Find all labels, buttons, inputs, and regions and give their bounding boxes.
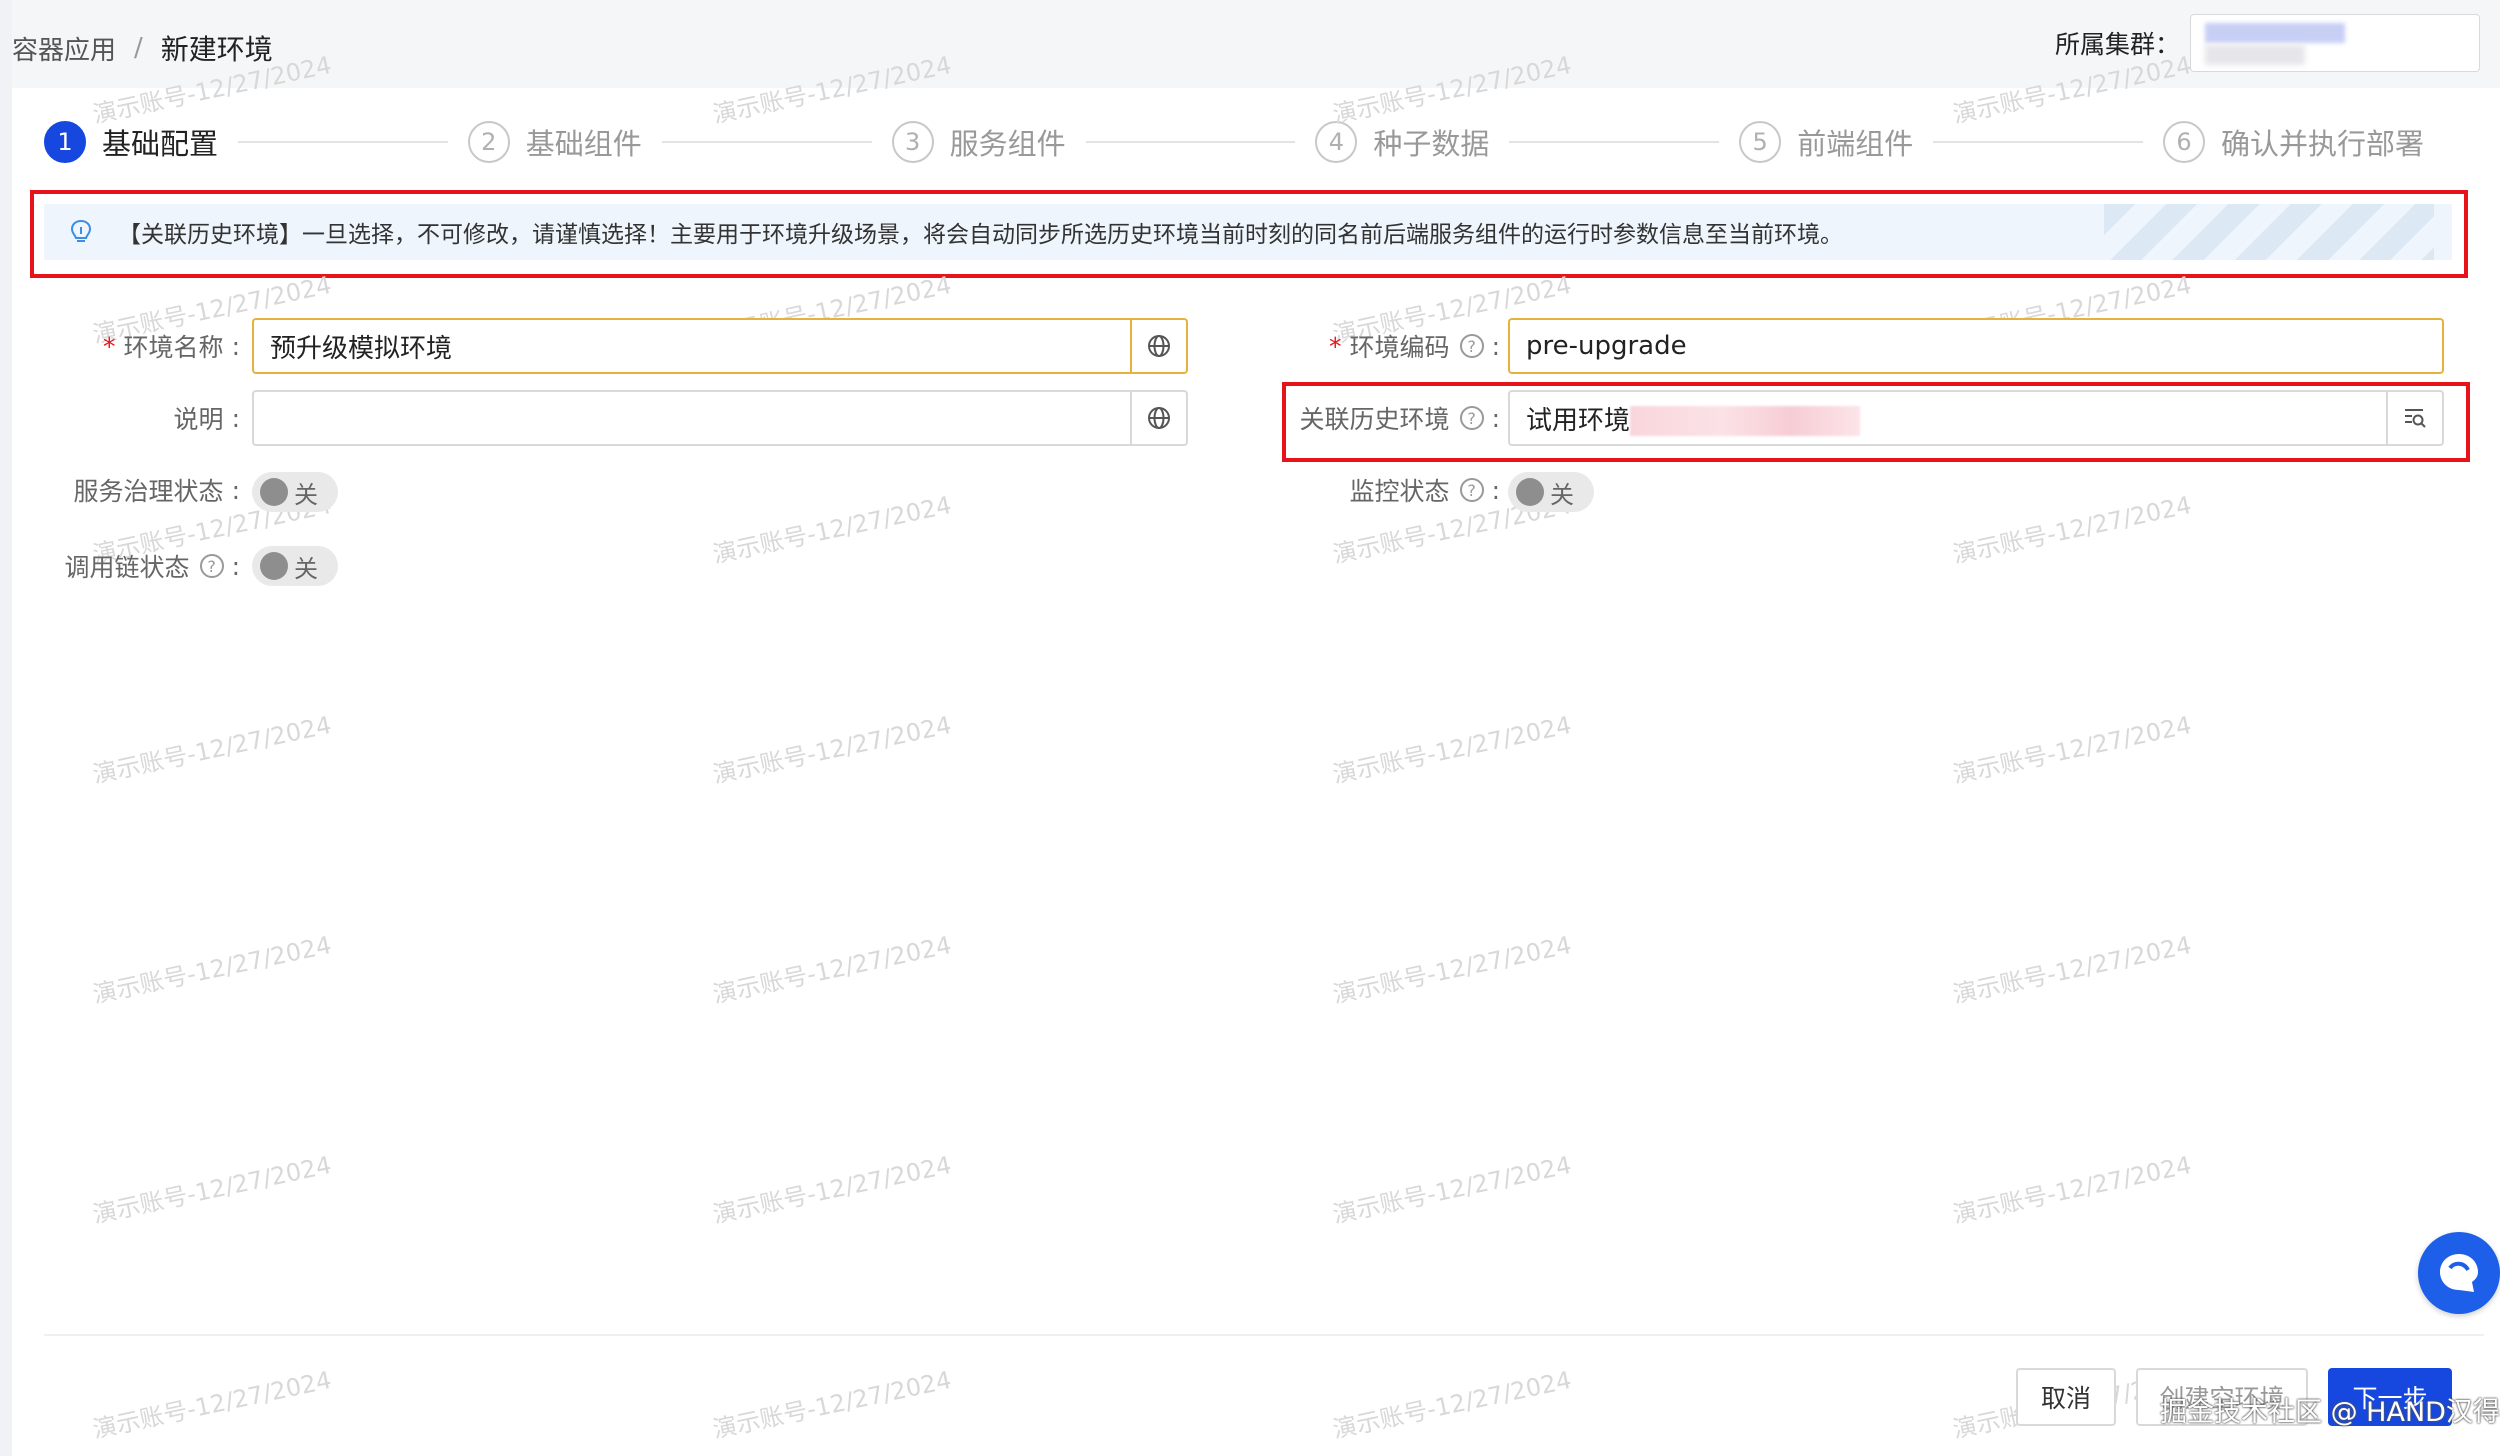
watermark: 演示账号-12/27/2024 (710, 490, 954, 569)
call-chain-label: 调用链状态 ? : (40, 548, 240, 584)
globe-icon[interactable] (1130, 320, 1186, 372)
page-left-edge (0, 0, 12, 1456)
cancel-button[interactable]: 取消 (2016, 1368, 2116, 1426)
step-title: 服务组件 (949, 127, 1066, 161)
globe-icon[interactable] (1130, 392, 1186, 444)
watermark: 演示账号-12/27/2024 (1950, 490, 2194, 569)
env-code-field[interactable]: pre-upgrade (1508, 318, 2444, 374)
step-number: 3 (891, 121, 934, 163)
page-title: 新建环境 (160, 33, 273, 66)
watermark: 演示账号-12/27/2024 (710, 710, 954, 789)
highlight-frame-notice (30, 190, 2468, 278)
cluster-selector: 所属集群： (2055, 14, 2480, 72)
step-basic-components[interactable]: 2 基础组件 (467, 121, 892, 163)
step-title: 基础组件 (525, 127, 642, 161)
env-code-label: * 环境编码 ? : (1260, 328, 1500, 364)
step-number: 5 (1739, 121, 1782, 163)
description-label-text: 说明 (173, 405, 224, 434)
label-colon: : (231, 403, 240, 433)
monitor-label-text: 监控状态 (1349, 477, 1450, 506)
label-colon: : (231, 475, 240, 505)
step-title: 前端组件 (1797, 127, 1914, 161)
env-name-label-text: 环境名称 (123, 333, 224, 362)
watermark: 演示账号-12/27/2024 (1950, 1150, 2194, 1229)
step-connector (1933, 141, 2143, 143)
watermark: 演示账号-12/27/2024 (710, 1150, 954, 1229)
footer-divider (44, 1334, 2484, 1336)
toggle-knob (260, 552, 288, 580)
highlight-frame-related-env (1282, 382, 2470, 462)
cluster-label: 所属集群： (2054, 30, 2180, 59)
breadcrumb: 容器应用 / 新建环境 (12, 28, 273, 68)
toggle-knob (1516, 478, 1544, 506)
step-frontend-components[interactable]: 5 前端组件 (1739, 121, 2163, 163)
step-number: 1 (44, 121, 86, 163)
description-field[interactable] (252, 390, 1188, 446)
step-title: 确认并执行部署 (2220, 127, 2424, 161)
help-icon[interactable]: ? (199, 554, 224, 578)
step-number: 4 (1315, 121, 1358, 163)
env-name-field[interactable]: 预升级模拟环境 (252, 318, 1188, 374)
breadcrumb-parent[interactable]: 容器应用 (12, 30, 116, 67)
step-confirm-deploy[interactable]: 6 确认并执行部署 (2162, 121, 2424, 163)
required-mark: * (1329, 331, 1342, 361)
env-name-value[interactable]: 预升级模拟环境 (254, 328, 1130, 365)
label-colon: : (1491, 475, 1500, 505)
step-basic-config[interactable]: 1 基础配置 (44, 121, 468, 163)
source-credit-watermark: 掘金技术社区 @ HAND汉得 (2160, 1397, 2500, 1428)
toggle-text: 关 (294, 554, 318, 583)
call-chain-toggle[interactable]: 关 (252, 546, 338, 586)
step-seed-data[interactable]: 4 种子数据 (1315, 121, 1739, 163)
assistant-bubble[interactable] (2418, 1232, 2500, 1314)
step-connector (1509, 141, 1720, 143)
step-connector (661, 141, 872, 143)
watermark: 演示账号-12/27/2024 (90, 1365, 334, 1444)
required-mark: * (103, 331, 116, 361)
watermark: 演示账号-12/27/2024 (1950, 930, 2194, 1009)
cluster-value-redacted-2 (2205, 45, 2305, 65)
watermark: 演示账号-12/27/2024 (90, 1150, 334, 1229)
toggle-text: 关 (1550, 480, 1574, 509)
label-colon: : (231, 551, 240, 581)
description-label: 说明 : (40, 400, 240, 436)
chat-bubble-icon (2440, 1254, 2478, 1292)
steps-bar: 1 基础配置 2 基础组件 3 服务组件 4 种子数据 5 前端组件 6 确认并… (44, 118, 2424, 166)
monitor-label: 监控状态 ? : (1260, 472, 1500, 508)
step-connector (238, 141, 448, 143)
env-name-label: * 环境名称 : (40, 328, 240, 364)
call-chain-label-text: 调用链状态 (64, 553, 190, 582)
service-governance-label: 服务治理状态 : (40, 472, 240, 508)
watermark: 演示账号-12/27/2024 (1330, 1365, 1574, 1444)
service-governance-label-text: 服务治理状态 (73, 477, 224, 506)
watermark: 演示账号-12/27/2024 (710, 1365, 954, 1444)
cluster-value-redacted (2205, 23, 2345, 43)
cluster-select[interactable] (2190, 14, 2480, 72)
watermark: 演示账号-12/27/2024 (90, 930, 334, 1009)
breadcrumb-separator: / (134, 33, 143, 63)
step-title: 种子数据 (1373, 127, 1490, 161)
label-colon: : (1491, 331, 1500, 361)
watermark: 演示账号-12/27/2024 (1330, 1150, 1574, 1229)
env-code-value[interactable]: pre-upgrade (1510, 331, 2442, 361)
toggle-knob (260, 478, 288, 506)
help-icon[interactable]: ? (1459, 478, 1484, 502)
step-title: 基础配置 (102, 127, 219, 161)
env-code-label-text: 环境编码 (1349, 333, 1450, 362)
toggle-text: 关 (294, 480, 318, 509)
watermark: 演示账号-12/27/2024 (1950, 710, 2194, 789)
help-icon[interactable]: ? (1459, 334, 1484, 358)
service-governance-toggle[interactable]: 关 (252, 472, 338, 512)
monitor-toggle[interactable]: 关 (1508, 472, 1594, 512)
watermark: 演示账号-12/27/2024 (1330, 930, 1574, 1009)
watermark: 演示账号-12/27/2024 (90, 710, 334, 789)
label-colon: : (231, 331, 240, 361)
step-number: 2 (467, 121, 510, 163)
step-number: 6 (2162, 121, 2205, 163)
step-connector (1085, 141, 1296, 143)
watermark: 演示账号-12/27/2024 (710, 930, 954, 1009)
watermark: 演示账号-12/27/2024 (1330, 710, 1574, 789)
step-service-components[interactable]: 3 服务组件 (891, 121, 1316, 163)
